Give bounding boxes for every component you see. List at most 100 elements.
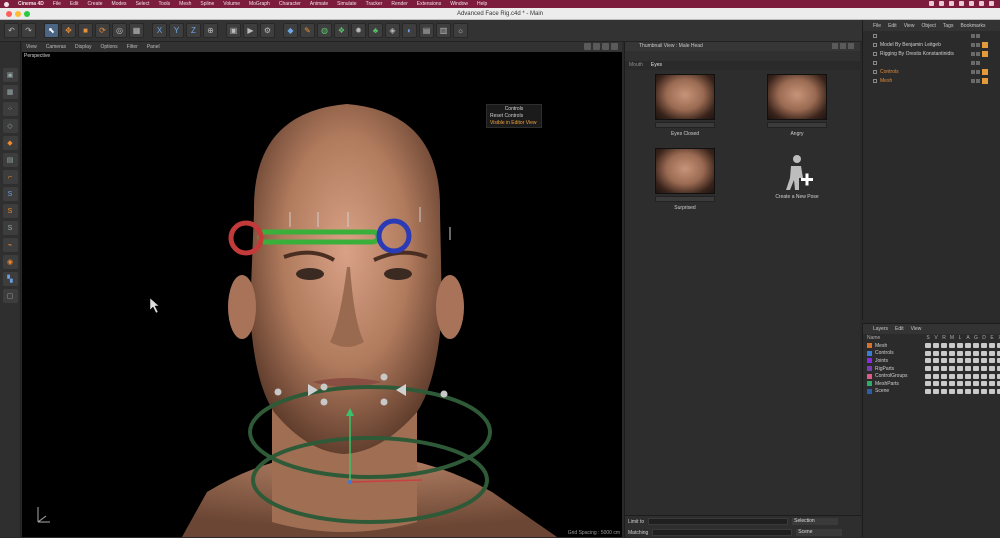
layers-menu-edit[interactable]: Edit [895,326,904,332]
pose-strength-slider[interactable] [655,196,715,202]
pose-angry[interactable]: Angry [767,74,827,137]
create-new-pose-button[interactable]: Create a New Pose [762,152,832,200]
misc-tool-icon[interactable]: ▢ [2,289,18,303]
objects-menu-object[interactable]: Object [921,23,935,29]
wifi-icon[interactable] [959,1,964,6]
display-icon[interactable] [949,1,954,6]
menu-file[interactable]: File [53,1,61,7]
zoom-icon[interactable] [593,43,600,50]
edges-mode-icon[interactable]: ◇ [2,119,18,133]
menu-animate[interactable]: Animate [310,1,328,7]
menu-volume[interactable]: Volume [223,1,240,7]
live-selection-icon[interactable]: ⬉ [44,23,59,38]
control-center-icon[interactable] [979,1,984,6]
pose-strength-slider[interactable] [655,122,715,128]
menu-mograph[interactable]: MoGraph [249,1,270,7]
deformer-icon[interactable]: ✹ [351,23,366,38]
context-menu-title[interactable]: Controls [490,106,538,113]
app-menu[interactable]: Cinema 4D [18,1,44,7]
mouth-handle[interactable] [440,390,448,398]
quantize-icon[interactable]: S [2,221,18,235]
render-region-icon[interactable]: ▣ [226,23,241,38]
viewport-menu-filter[interactable]: Filter [127,44,138,50]
tab-mouth[interactable]: Mouth [629,61,643,70]
light-icon[interactable]: ◐ [402,23,417,38]
scale-tool-icon[interactable]: ■ [78,23,93,38]
model-mode-icon[interactable]: ▣ [2,68,18,82]
layer-color-swatch[interactable] [867,381,872,387]
snap-icon[interactable]: S [2,187,18,201]
3d-viewport[interactable]: Perspective Controls Reset Controls Visi… [22,52,622,537]
objects-menu-view[interactable]: View [904,23,915,29]
y-axis-lock-icon[interactable]: Y [169,23,184,38]
search-icon[interactable] [969,1,974,6]
menu-extensions[interactable]: Extensions [417,1,441,7]
layer-row-mesh[interactable]: Mesh [863,342,1000,350]
object-row[interactable] [863,31,1000,40]
pan-icon[interactable] [584,43,591,50]
object-row-controls[interactable]: Controls [863,67,1000,76]
polygons-mode-icon[interactable]: ◆ [2,136,18,150]
menu-mesh[interactable]: Mesh [179,1,191,7]
camera-icon[interactable]: ◈ [385,23,400,38]
bulb-icon[interactable]: ☼ [453,23,468,38]
layer-color-swatch[interactable] [867,358,872,364]
menu-help[interactable]: Help [477,1,487,7]
layer-row-scene[interactable]: Scene [863,388,1000,396]
mouth-handle[interactable] [274,388,282,396]
texture-mode-icon[interactable]: ▦ [2,85,18,99]
cloud-icon[interactable] [939,1,944,6]
floor-grid-icon[interactable]: ▤ [419,23,434,38]
lock-icon[interactable] [832,43,838,49]
recent-tool-icon[interactable]: ▦ [129,23,144,38]
viewport-solo-icon[interactable]: ▚ [2,272,18,286]
minimize-window-button[interactable] [15,11,21,17]
limit-to-field[interactable] [648,518,789,525]
visible-in-editor-item[interactable]: Visible in Editor View [490,120,538,127]
dropbox-icon[interactable] [929,1,934,6]
layer-row-controls[interactable]: Controls [863,350,1000,358]
environment-icon[interactable]: ♣ [368,23,383,38]
pen-spline-icon[interactable]: ✎ [300,23,315,38]
solo-icon[interactable]: ◉ [2,255,18,269]
coordinate-system-icon[interactable]: ⊕ [203,23,218,38]
layout-icon[interactable]: ▥ [436,23,451,38]
layer-row-meshparts[interactable]: MeshParts [863,380,1000,388]
new-panel-icon[interactable] [840,43,846,49]
layer-color-swatch[interactable] [867,350,872,356]
panel-menu-icon[interactable] [848,43,854,49]
layer-color-swatch[interactable] [867,366,872,372]
transform-tool-icon[interactable]: ◎ [112,23,127,38]
scene-dropdown[interactable]: Scene [796,529,843,536]
move-tool-icon[interactable]: ✥ [61,23,76,38]
mouth-handle[interactable] [380,398,388,406]
object-row[interactable]: Model By Benjamin Leitgeb [863,40,1000,49]
rotate-tool-icon[interactable]: ⟳ [95,23,110,38]
object-row[interactable]: Rigging By Orestis Konstantinidis [863,49,1000,58]
menu-edit[interactable]: Edit [70,1,79,7]
menu-simulate[interactable]: Simulate [337,1,356,7]
layers-menu-view[interactable]: View [911,326,922,332]
mouth-handle[interactable] [380,373,388,381]
z-axis-lock-icon[interactable]: Z [186,23,201,38]
redo-icon[interactable]: ↷ [21,23,36,38]
objects-menu-file[interactable]: File [873,23,881,29]
layer-color-swatch[interactable] [867,343,872,349]
layer-row-joints[interactable]: Joints [863,357,1000,365]
subdivision-icon[interactable]: ◍ [317,23,332,38]
locked-workplane-icon[interactable]: ⌁ [2,238,18,252]
render-settings-icon[interactable]: ⚙ [260,23,275,38]
x-axis-lock-icon[interactable]: X [152,23,167,38]
menu-character[interactable]: Character [279,1,301,7]
layer-row-controlgroups[interactable]: ControlGroups [863,372,1000,380]
menu-spline[interactable]: Spline [200,1,214,7]
menu-select[interactable]: Select [136,1,150,7]
viewport-menu-view[interactable]: View [26,44,37,50]
objects-menu-bookmarks[interactable]: Bookmarks [960,23,985,29]
reset-controls-item[interactable]: Reset Controls [490,113,538,120]
mouth-handle[interactable] [320,383,328,391]
axis-mode-icon[interactable]: ⌐ [2,170,18,184]
viewport-menu-panel[interactable]: Panel [147,44,160,50]
objects-menu-edit[interactable]: Edit [888,23,897,29]
viewport-menu-cameras[interactable]: Cameras [46,44,66,50]
